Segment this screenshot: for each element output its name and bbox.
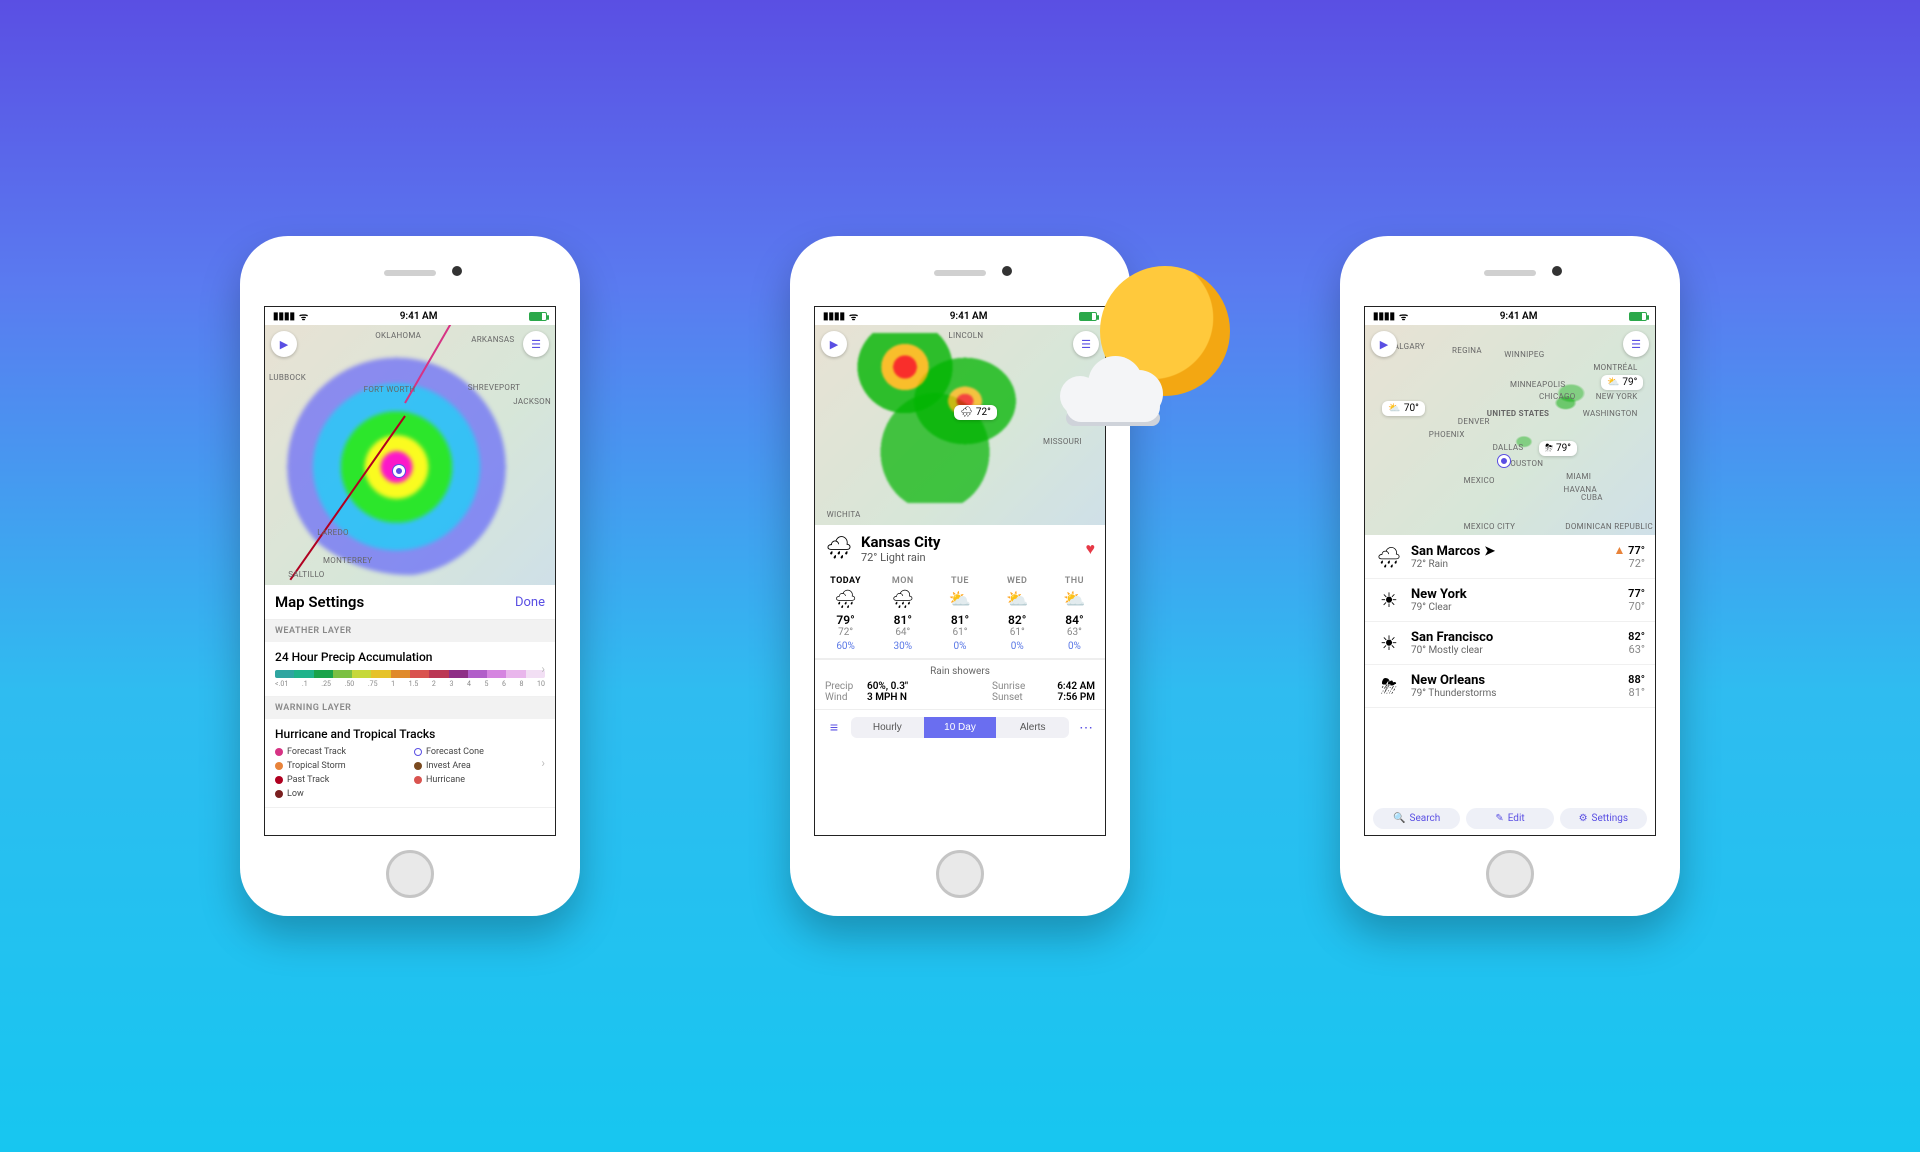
section-warning-layer: WARNING LAYER — [265, 697, 555, 719]
more-button[interactable]: ⋯ — [1075, 716, 1097, 738]
forecast-day[interactable]: MON🌧81°64°30% — [874, 576, 931, 652]
city-marker[interactable]: ⛈79° — [1539, 441, 1577, 456]
home-button[interactable] — [386, 850, 434, 898]
radar-map[interactable]: OKLAHOMA ARKANSAS Lubbock Fort Worth Shr… — [265, 325, 555, 585]
tab-alerts[interactable]: Alerts — [996, 717, 1069, 738]
forecast-day[interactable]: WED⛅82°61°0% — [989, 576, 1046, 652]
status-bar: ▮▮▮▮ ᯤ 9:41 AM — [1365, 307, 1655, 325]
edit-button[interactable]: ✎Edit — [1466, 808, 1553, 829]
warning-layer-row[interactable]: Hurricane and Tropical Tracks Forecast T… — [265, 719, 555, 808]
battery-icon — [529, 312, 547, 321]
tab-hourly[interactable]: Hourly — [851, 717, 924, 738]
done-button[interactable]: Done — [515, 595, 545, 610]
precip-title: 24 Hour Precip Accumulation — [275, 650, 545, 664]
map-label: ARKANSAS — [471, 335, 514, 344]
precip-layer-row[interactable]: 24 Hour Precip Accumulation <.01.1.25.50… — [265, 642, 555, 697]
map-label: Jackson — [513, 397, 551, 406]
search-icon: 🔍 — [1393, 813, 1405, 824]
detail-title: Rain showers — [825, 666, 1095, 677]
section-weather-layer: WEATHER LAYER — [265, 620, 555, 642]
signal-icon: ▮▮▮▮ — [1373, 311, 1395, 322]
gear-icon: ⚙ — [1579, 813, 1588, 824]
tab-10day[interactable]: 10 Day — [924, 717, 997, 738]
city-name: Kansas City — [861, 533, 941, 551]
city-marker[interactable]: ⛅70° — [1382, 401, 1424, 416]
layers-button[interactable]: ☰ — [1623, 331, 1649, 357]
city-row[interactable]: 🌧San Marcos ➤72° Rain▲ 77°72° — [1365, 535, 1655, 579]
app-logo-weather-icon — [1060, 266, 1230, 436]
city-marker[interactable]: ⛅79° — [1601, 375, 1643, 390]
phone-map-settings: ▮▮▮▮ ᯤ 9:41 AM OKLAHOMA ARKANSAS Lubbock … — [240, 236, 580, 916]
play-button[interactable]: ▶ — [821, 331, 847, 357]
map-label: Laredo — [317, 528, 349, 537]
wifi-icon: ᯤ — [1399, 309, 1408, 323]
wifi-icon: ᯤ — [849, 309, 858, 323]
map-label: Shreveport — [468, 383, 521, 392]
phone-city-list: ▮▮▮▮ ᯤ 9:41 AM UNITED STATES MEXICO Calga… — [1340, 236, 1680, 916]
home-button[interactable] — [1486, 850, 1534, 898]
play-button[interactable]: ▶ — [1371, 331, 1397, 357]
panel-title: Map Settings — [275, 593, 364, 611]
view-segmented-control[interactable]: Hourly 10 Day Alerts — [851, 717, 1069, 738]
location-icon: ➤ — [1484, 544, 1495, 559]
map-label: Lincoln — [948, 331, 983, 340]
map-label: Monterrey — [323, 556, 372, 565]
city-row[interactable]: ⛈New Orleans79° Thunderstorms88°81° — [1365, 665, 1655, 708]
status-bar: ▮▮▮▮ ᯤ 9:41 AM — [265, 307, 555, 325]
map-label: MISSOURI — [1043, 437, 1082, 446]
city-row[interactable]: ☀New York79° Clear77°70° — [1365, 579, 1655, 622]
status-time: 9:41 AM — [400, 311, 438, 322]
current-temp-popup: 🌧72° — [954, 405, 997, 420]
edit-icon: ✎ — [1495, 813, 1503, 824]
signal-icon: ▮▮▮▮ — [823, 311, 845, 322]
map-label: OKLAHOMA — [375, 331, 421, 340]
alert-icon: ▲ — [1614, 543, 1626, 557]
wifi-icon: ᯤ — [299, 309, 308, 323]
city-row[interactable]: ☀San Francisco70° Mostly clear82°63° — [1365, 622, 1655, 665]
layers-button[interactable]: ☰ — [523, 331, 549, 357]
chevron-right-icon: › — [541, 756, 545, 770]
signal-icon: ▮▮▮▮ — [273, 311, 295, 322]
status-time: 9:41 AM — [1500, 311, 1538, 322]
map-label: Saltillo — [288, 570, 324, 579]
forecast-day[interactable]: TODAY🌧79°72°60% — [817, 576, 874, 652]
home-button[interactable] — [936, 850, 984, 898]
battery-icon — [1629, 312, 1647, 321]
status-time: 9:41 AM — [950, 311, 988, 322]
forecast-day[interactable]: TUE⛅81°61°0% — [931, 576, 988, 652]
menu-button[interactable]: ≡ — [823, 716, 845, 738]
overview-map[interactable]: UNITED STATES MEXICO Calgary Regina Winn… — [1365, 325, 1655, 535]
map-label: Lubbock — [269, 373, 306, 382]
settings-button[interactable]: ⚙Settings — [1560, 808, 1647, 829]
map-label: Fort Worth — [364, 385, 416, 394]
weather-icon: 🌧 — [825, 536, 853, 561]
map-label: Wichita — [827, 510, 861, 519]
favorite-button[interactable]: ♥ — [1086, 539, 1096, 559]
forecast-day[interactable]: THU⛅84°63°0% — [1046, 576, 1103, 652]
current-location-dot — [393, 465, 405, 477]
rain-icon: 🌧 — [960, 407, 973, 418]
warning-title: Hurricane and Tropical Tracks — [275, 727, 545, 741]
chevron-right-icon: › — [541, 662, 545, 676]
search-button[interactable]: 🔍Search — [1373, 808, 1460, 829]
play-button[interactable]: ▶ — [271, 331, 297, 357]
